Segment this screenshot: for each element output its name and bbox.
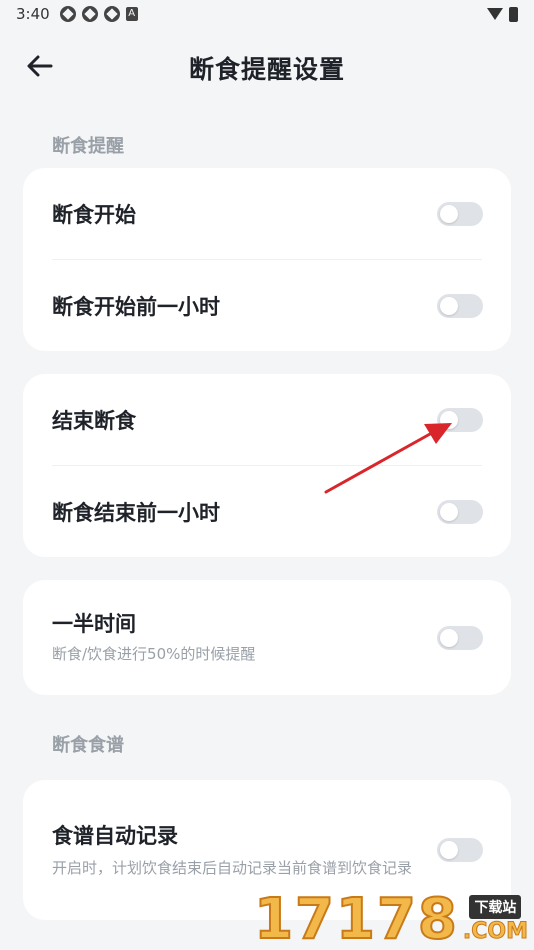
card-fasting-end: 结束断食 断食结束前一小时 (23, 374, 511, 557)
header: 断食提醒设置 (0, 40, 534, 96)
setting-subtitle: 开启时，计划饮食结束后自动记录当前食谱到饮食记录 (52, 858, 413, 877)
watermark-suffix: .COM (462, 919, 528, 945)
watermark-number: 17178 (253, 887, 459, 950)
toggle-knob (440, 629, 458, 647)
watermark-badge: 下载站 (469, 895, 522, 919)
toggle-knob (440, 297, 458, 315)
status-system-icons (487, 6, 518, 22)
setting-row-fasting-start[interactable]: 断食开始 (23, 168, 511, 260)
card-half-time: 一半时间 断食/饮食进行50%的时候提醒 (23, 580, 511, 695)
toggle-fasting-start[interactable] (437, 202, 483, 226)
watermark-logo: 17178 下载站 .COM (253, 880, 534, 950)
status-time: 3:40 (16, 5, 50, 23)
toggle-knob (440, 503, 458, 521)
setting-title: 断食开始 (52, 203, 136, 227)
setting-row-end-fasting[interactable]: 结束断食 (23, 374, 511, 466)
back-arrow-icon (27, 55, 53, 77)
back-button[interactable] (20, 46, 60, 86)
setting-text: 食谱自动记录 开启时，计划饮食结束后自动记录当前食谱到饮食记录 (52, 820, 482, 881)
setting-subtitle: 断食/饮食进行50%的时候提醒 (52, 645, 256, 663)
toggle-knob (440, 411, 458, 429)
card-fasting-start: 断食开始 断食开始前一小时 (23, 168, 511, 351)
sync-icon (103, 6, 120, 22)
page-title: 断食提醒设置 (188, 55, 345, 84)
setting-row-fasting-end-hour-before[interactable]: 断食结束前一小时 (23, 466, 511, 557)
watermark-right: 下载站 .COM (462, 895, 529, 945)
section-label-reminders: 断食提醒 (52, 136, 124, 157)
toggle-knob (440, 841, 458, 859)
toggle-fasting-end-hour-before[interactable] (437, 500, 483, 524)
toggle-end-fasting[interactable] (437, 408, 483, 432)
setting-title: 断食开始前一小时 (52, 294, 220, 319)
wifi-icon (487, 8, 503, 20)
toggle-knob (440, 205, 458, 223)
status-bar: 3:40 A (0, 0, 534, 28)
toggle-fasting-start-hour-before[interactable] (437, 294, 483, 318)
status-notification-icons: A (59, 6, 138, 22)
setting-row-fasting-start-hour-before[interactable]: 断食开始前一小时 (23, 260, 511, 351)
sync-icon (81, 6, 98, 22)
setting-row-half-time[interactable]: 一半时间 断食/饮食进行50%的时候提醒 (23, 580, 511, 695)
a-notification-icon: A (125, 7, 138, 21)
setting-title: 结束断食 (52, 409, 136, 433)
setting-title: 食谱自动记录 (52, 823, 178, 848)
setting-title: 断食结束前一小时 (52, 500, 220, 525)
toggle-half-time[interactable] (437, 626, 483, 650)
battery-icon (509, 6, 518, 22)
setting-title: 一半时间 (52, 612, 136, 636)
toggle-recipe-auto-record[interactable] (437, 838, 483, 862)
sync-icon (59, 6, 76, 22)
setting-text: 一半时间 断食/饮食进行50%的时候提醒 (52, 608, 482, 667)
section-label-recipes: 断食食谱 (52, 735, 124, 756)
